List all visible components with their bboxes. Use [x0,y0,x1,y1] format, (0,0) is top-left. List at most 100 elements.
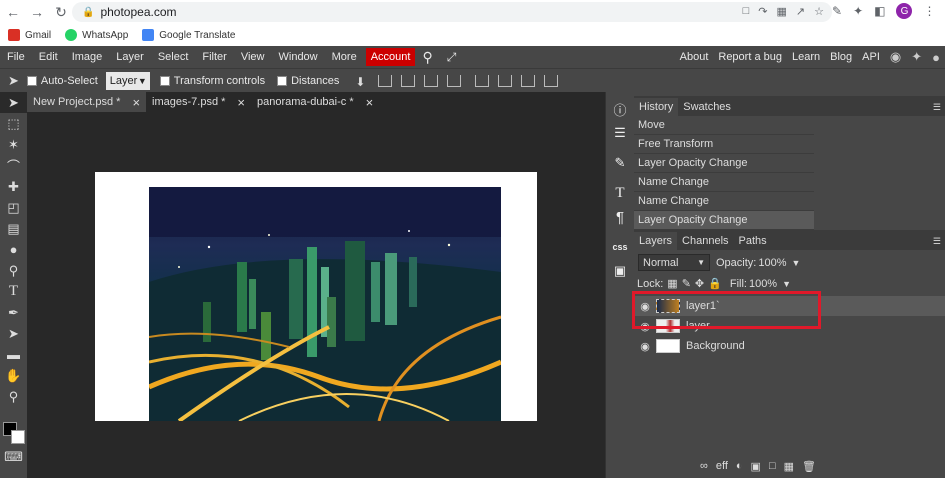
back-icon[interactable]: ← [2,2,24,22]
align-bottom-icon[interactable] [521,74,536,87]
adjustment-layer-icon[interactable]: ◐ [736,460,743,473]
menu-view[interactable]: View [234,46,272,68]
layer-row-background[interactable]: ◉ Background [634,336,945,356]
type-tool-icon[interactable]: T [0,281,27,302]
opacity-value[interactable]: 100% [758,257,786,269]
document-canvas[interactable] [95,172,537,421]
save-page-icon[interactable]: □ [743,5,750,18]
distribute-vertical-icon[interactable] [544,74,559,87]
healing-brush-tool-icon[interactable]: ✚ [0,176,27,197]
bookmark-whatsapp[interactable]: WhatsApp [65,29,128,41]
close-icon[interactable]: × [237,95,245,110]
align-center-icon[interactable] [401,74,416,87]
align-left-icon[interactable] [378,74,393,87]
align-top-icon[interactable] [475,74,490,87]
lock-all-icon[interactable]: 🔒 [708,277,722,290]
layer-row-layer[interactable]: ◉ layer [634,316,945,336]
eye-icon[interactable]: ◉ [634,320,656,333]
menu-image[interactable]: Image [65,46,110,68]
tab-history[interactable]: History [634,98,679,116]
menu-learn[interactable]: Learn [787,46,825,68]
menu-blog[interactable]: Blog [825,46,857,68]
transform-controls-checkbox[interactable]: Transform controls [159,75,265,87]
zoom-tool-icon[interactable]: ⚲ [0,386,27,407]
auto-select-checkbox[interactable]: Auto-Select [26,75,98,87]
bookmark-star-icon[interactable]: ☆ [814,5,824,18]
layer-mask-icon[interactable]: ▣ [751,460,761,473]
menu-layer[interactable]: Layer [109,46,151,68]
address-bar[interactable]: 🔒 photopea.com □ ↷ ▦ ↗ ☆ [72,2,832,22]
hand-tool-icon[interactable]: ✋ [0,365,27,386]
brush-settings-icon[interactable]: ✎ [607,152,633,174]
eraser-tool-icon[interactable]: ◰ [0,197,27,218]
profile-avatar[interactable]: G [896,3,913,19]
panel-menu-icon[interactable]: ☰ [933,98,941,116]
forward-icon[interactable]: → [26,2,48,22]
chevron-down-icon[interactable]: ▼ [782,279,791,289]
eye-icon[interactable]: ◉ [634,340,656,353]
paragraph-icon[interactable]: ¶ [607,206,633,228]
checkbox-box[interactable] [277,75,288,86]
character-icon[interactable]: T [607,182,633,204]
auto-select-target-dropdown[interactable]: Layer ▼ [105,71,150,90]
page-icon[interactable]: ▦ [777,5,787,18]
move-tool-icon[interactable]: ➤ [0,92,27,113]
close-icon[interactable]: × [132,95,140,110]
checkbox-box[interactable] [159,75,170,86]
pen-tool-icon[interactable]: ✒ [0,302,27,323]
canvas-area[interactable] [27,112,605,478]
menu-file[interactable]: File [0,46,32,68]
fullscreen-icon[interactable]: ⤢ [440,46,464,68]
path-select-tool-icon[interactable]: ➤ [0,323,27,344]
twitter-icon[interactable]: ✦ [906,49,927,65]
menu-edit[interactable]: Edit [32,46,65,68]
facebook-icon[interactable]: ● [927,50,945,65]
bookmark-gmail[interactable]: Gmail [8,29,51,41]
blur-tool-icon[interactable]: ● [0,239,27,260]
dubai-night-photo-layer[interactable] [149,187,501,421]
history-item[interactable]: Free Transform [634,135,814,154]
tab-paths[interactable]: Paths [734,232,772,250]
distances-checkbox[interactable]: Distances [277,75,339,87]
extensions-puzzle-icon[interactable]: ✦ [853,4,863,18]
css-icon[interactable]: css [607,236,633,258]
menu-report-bug[interactable]: Report a bug [713,46,787,68]
menu-filter[interactable]: Filter [195,46,233,68]
image-icon[interactable]: ▣ [607,260,633,282]
info-icon[interactable]: ⓘ [607,98,633,120]
menu-window[interactable]: Window [272,46,325,68]
menu-more[interactable]: More [325,46,364,68]
tab-swatches[interactable]: Swatches [678,98,736,116]
tab-panorama-dubai[interactable]: panorama-dubai-c * × [251,92,379,112]
layer-row-layer1[interactable]: ◉ layer1` [634,296,945,316]
history-item[interactable]: Move [634,116,814,135]
dodge-tool-icon[interactable]: ⚲ [0,260,27,281]
blend-mode-dropdown[interactable]: Normal ▼ [638,254,710,271]
align-right-icon[interactable] [424,74,439,87]
tab-layers[interactable]: Layers [634,232,678,250]
delete-layer-icon[interactable]: 🗑 [802,460,816,473]
new-group-icon[interactable]: □ [769,460,776,473]
lock-pixels-icon[interactable]: ✎ [682,277,691,290]
crop-tool-icon[interactable]: ⌒ [0,155,27,176]
distribute-icon[interactable] [447,74,462,87]
pen-extension-icon[interactable]: ✎ [832,4,842,18]
keyboard-icon[interactable]: ⌨ [0,446,27,467]
search-icon[interactable]: ⚲ [415,46,439,68]
tab-channels[interactable]: Channels [677,232,733,250]
chevron-down-icon[interactable]: ▼ [792,258,801,268]
shape-tool-icon[interactable]: ▬ [0,344,27,365]
marquee-tool-icon[interactable]: ⬚ [0,113,27,134]
account-button[interactable]: Account [365,48,416,66]
bookmark-google-translate[interactable]: Google Translate [142,29,235,41]
menu-about[interactable]: About [675,46,714,68]
close-icon[interactable]: × [366,95,374,110]
properties-icon[interactable]: ☰ [607,122,633,144]
side-panel-icon[interactable]: ◧ [874,4,885,18]
open-in-app-icon[interactable]: ↷ [758,5,767,18]
lock-transparency-icon[interactable]: ▦ [667,277,677,290]
more-menu-icon[interactable]: ⋮ [923,4,935,18]
panel-menu-icon[interactable]: ☰ [933,232,941,250]
new-layer-icon[interactable]: ▦ [784,460,794,473]
lock-position-icon[interactable]: ✥ [695,277,704,290]
